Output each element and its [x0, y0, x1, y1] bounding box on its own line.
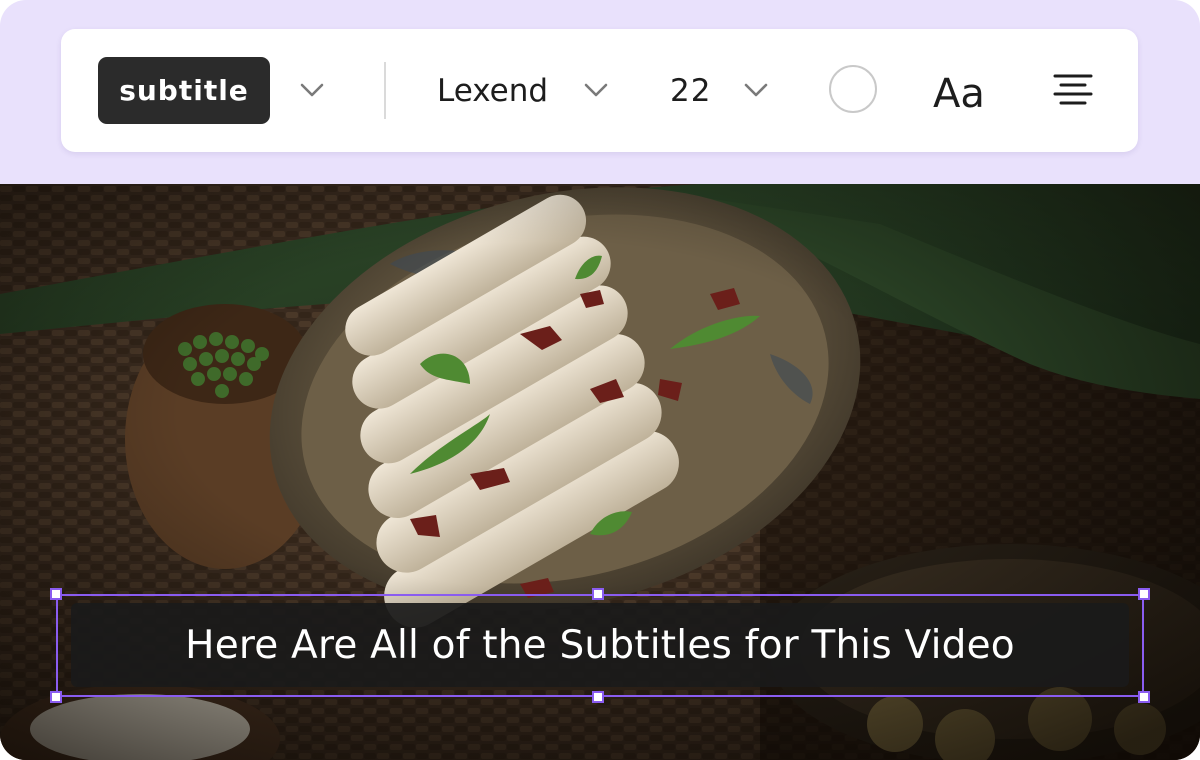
subtitle-selection-box[interactable] [56, 594, 1144, 697]
editor-frame: subtitle Lexend 22 Aa Here Are All of th… [0, 0, 1200, 760]
resize-handle-bottom-left[interactable] [50, 691, 62, 703]
chevron-down-icon[interactable] [582, 76, 610, 104]
text-toolbar: subtitle Lexend 22 Aa [61, 29, 1138, 152]
resize-handle-bottom-center[interactable] [592, 691, 604, 703]
resize-handle-top-right[interactable] [1138, 588, 1150, 600]
resize-handle-bottom-right[interactable] [1138, 691, 1150, 703]
chevron-down-icon[interactable] [298, 76, 326, 104]
text-case-icon[interactable]: Aa [933, 65, 995, 117]
font-size-select[interactable]: 22 [670, 67, 711, 115]
align-center-icon[interactable] [1053, 71, 1093, 111]
toolbar-divider [384, 62, 386, 119]
resize-handle-top-center[interactable] [592, 588, 604, 600]
case-label: Aa [933, 71, 985, 117]
chevron-down-icon[interactable] [742, 76, 770, 104]
text-style-label: subtitle [119, 74, 249, 107]
text-style-select[interactable]: subtitle [98, 57, 270, 124]
font-family-select[interactable]: Lexend [437, 67, 548, 115]
resize-handle-top-left[interactable] [50, 588, 62, 600]
text-color-button[interactable] [829, 65, 877, 113]
